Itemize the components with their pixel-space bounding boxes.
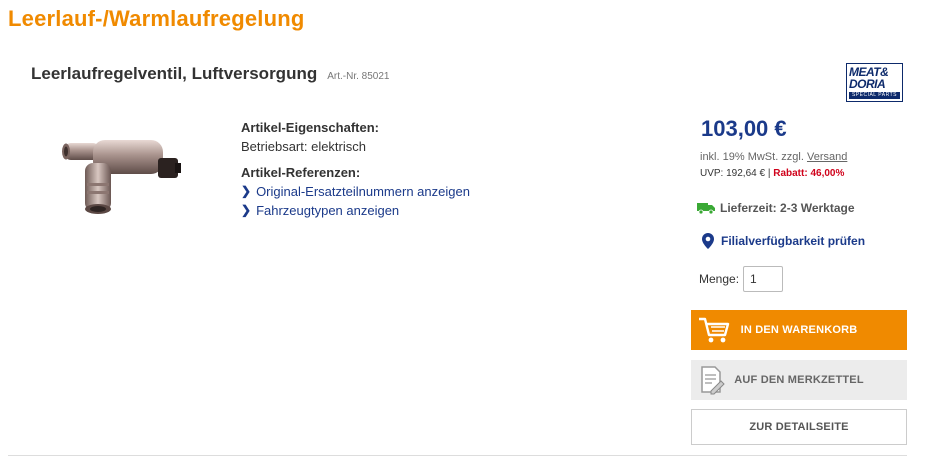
add-to-cart-button[interactable]: IN DEN WARENKORB	[691, 310, 907, 350]
detail-page-label: ZUR DETAILSEITE	[749, 421, 849, 433]
page-title: Leerlauf-/Warmlaufregelung	[8, 6, 305, 31]
detail-page-button[interactable]: ZUR DETAILSEITE	[691, 409, 907, 445]
discount-badge: Rabatt: 46,00%	[773, 168, 845, 179]
uvp-separator: |	[767, 168, 771, 179]
notepad-icon	[701, 366, 725, 395]
shipping-link[interactable]: Versand	[807, 151, 847, 163]
brand-logo-tagline: SPECIAL PARTS	[849, 92, 900, 99]
quantity-label: Menge:	[699, 272, 740, 286]
brand-logo: MEAT& DORIA SPECIAL PARTS	[846, 63, 903, 102]
delivery-label: Lieferzeit:	[720, 201, 777, 215]
vehicle-types-label: Fahrzeugtypen anzeigen	[256, 203, 400, 218]
product-price: 103,00 €	[701, 116, 787, 141]
brand-logo-line2: DORIA	[849, 77, 886, 91]
product-name[interactable]: Leerlaufregelventil, Luftversorgung	[31, 64, 317, 84]
chevron-right-icon: ❯	[241, 184, 252, 198]
uvp-price: UVP: 192,64 €	[700, 168, 766, 179]
truck-icon	[697, 203, 715, 214]
map-pin-icon	[702, 233, 714, 249]
references-heading: Artikel-Referenzen:	[241, 165, 361, 180]
oe-numbers-link[interactable]: ❯ Original-Ersatzteilnummern anzeigen	[241, 182, 470, 201]
property-operating-mode: Betriebsart: elektrisch	[241, 139, 366, 154]
article-number: Art.-Nr. 85021	[327, 71, 390, 82]
add-to-cart-label: IN DEN WARENKORB	[740, 324, 858, 336]
cart-icon	[699, 317, 730, 343]
oe-numbers-label: Original-Ersatzteilnummern anzeigen	[256, 184, 470, 199]
delivery-time: Lieferzeit: 2-3 Werktage	[697, 201, 855, 215]
product-header: Leerlaufregelventil, Luftversorgung Art.…	[31, 64, 390, 84]
delivery-value: 2-3 Werktage	[780, 201, 855, 215]
tax-text: inkl. 19% MwSt. zzgl.	[700, 151, 804, 163]
quantity-control: Menge:	[699, 266, 784, 292]
branch-availability-label: Filialverfügbarkeit prüfen	[721, 234, 866, 248]
vehicle-types-link[interactable]: ❯ Fahrzeugtypen anzeigen	[241, 201, 470, 220]
quantity-input[interactable]	[743, 266, 784, 292]
uvp-info: UVP: 192,64 € | Rabatt: 46,00%	[700, 168, 844, 179]
divider	[8, 455, 907, 456]
idle-valve-image	[62, 140, 181, 214]
product-properties: Artikel-Eigenschaften: Betriebsart: elek…	[241, 118, 470, 220]
tax-info: inkl. 19% MwSt. zzgl. Versand	[700, 151, 847, 163]
properties-heading: Artikel-Eigenschaften:	[241, 120, 379, 135]
add-to-wishlist-label: AUF DEN MERKZETTEL	[734, 374, 864, 386]
branch-availability-link[interactable]: Filialverfügbarkeit prüfen	[702, 233, 865, 249]
product-image[interactable]	[55, 125, 190, 220]
chevron-right-icon: ❯	[241, 203, 252, 217]
add-to-wishlist-button[interactable]: AUF DEN MERKZETTEL	[691, 360, 907, 400]
